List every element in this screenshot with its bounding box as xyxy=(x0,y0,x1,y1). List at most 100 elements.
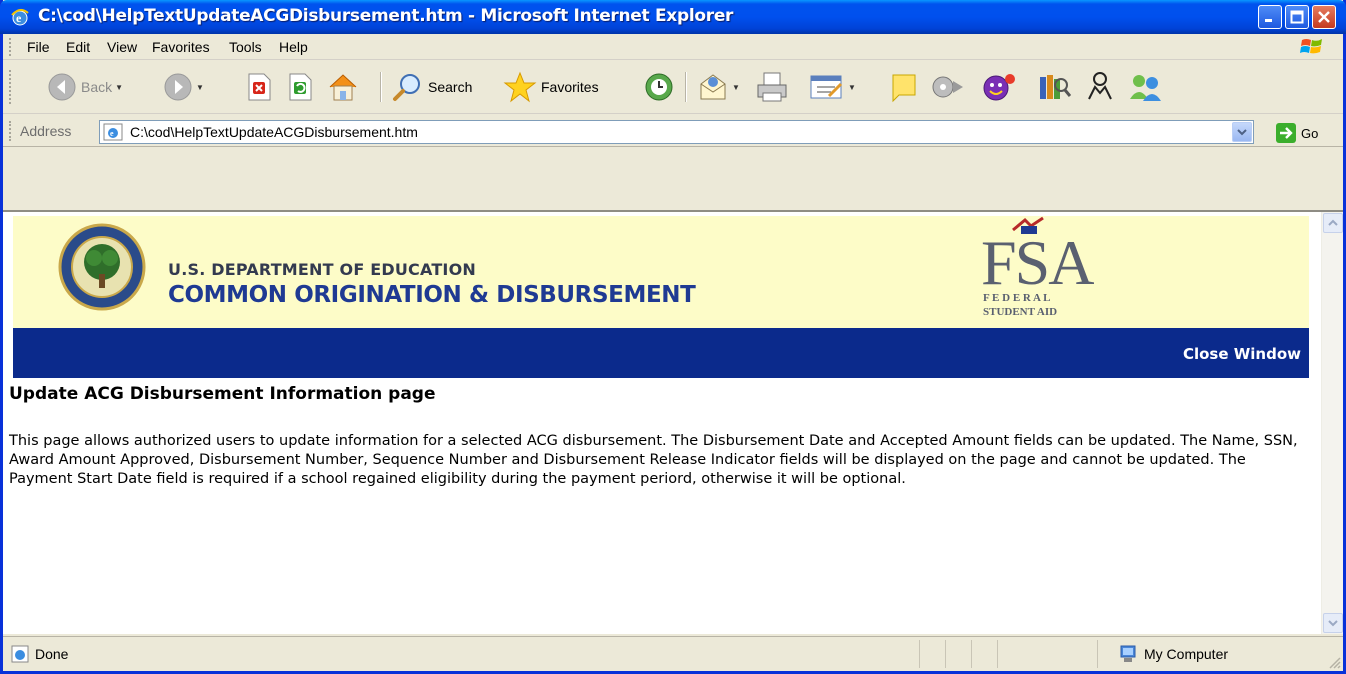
msn-people-icon xyxy=(1130,75,1161,101)
addressbar-grip[interactable] xyxy=(9,121,12,141)
messenger-icon xyxy=(983,74,1015,101)
help-text: This page allows authorized users to upd… xyxy=(9,433,1298,487)
search-button[interactable]: Search xyxy=(392,70,472,104)
status-pane xyxy=(945,640,946,668)
status-pane xyxy=(997,640,998,668)
discuss-button[interactable] xyxy=(889,70,921,104)
print-button[interactable] xyxy=(755,70,789,104)
close-button[interactable] xyxy=(1312,5,1336,29)
edit-dropdown-icon[interactable]: ▼ xyxy=(848,83,856,92)
toolbar-grip[interactable] xyxy=(9,70,12,104)
fsa-federal: F E D E R A L xyxy=(983,292,1051,304)
media-icon xyxy=(932,76,963,98)
security-zone[interactable]: My Computer xyxy=(1118,644,1228,664)
back-icon xyxy=(48,73,76,101)
status-bar: Done My Computer xyxy=(3,636,1343,671)
standard-toolbar: Back ▼ ▼ Search Favorites ▼ ▼ xyxy=(3,60,1343,114)
menubar-grip[interactable] xyxy=(9,38,12,56)
forward-icon xyxy=(164,73,192,101)
buddy-button[interactable] xyxy=(1085,70,1115,104)
maximize-icon xyxy=(1290,10,1304,24)
vertical-scrollbar[interactable] xyxy=(1321,212,1343,634)
address-dropdown-button[interactable] xyxy=(1232,122,1252,142)
address-value[interactable]: C:\cod\HelpTextUpdateACGDisbursement.htm xyxy=(130,124,418,140)
close-icon xyxy=(1318,11,1330,23)
page-title: Update ACG Disbursement Information page xyxy=(9,384,436,404)
menu-tools[interactable]: Tools xyxy=(229,39,262,55)
window-title: C:\cod\HelpTextUpdateACGDisbursement.htm… xyxy=(38,6,734,26)
mail-dropdown-icon[interactable]: ▼ xyxy=(732,83,740,92)
discuss-icon xyxy=(892,74,916,103)
back-dropdown-icon[interactable]: ▼ xyxy=(115,83,123,92)
back-label: Back xyxy=(81,79,113,95)
menu-file[interactable]: File xyxy=(27,39,50,55)
menu-view[interactable]: View xyxy=(107,39,137,55)
zone-label: My Computer xyxy=(1144,646,1229,662)
scroll-up-button[interactable] xyxy=(1323,213,1343,233)
media-button[interactable] xyxy=(931,70,965,104)
research-button[interactable] xyxy=(1037,70,1071,104)
fsa-letters: FSA xyxy=(981,227,1094,298)
edit-button[interactable]: ▼ xyxy=(809,70,856,104)
research-icon xyxy=(1040,75,1071,99)
refresh-button[interactable] xyxy=(287,70,313,104)
chevron-up-icon xyxy=(1328,219,1338,226)
stop-icon xyxy=(248,73,271,101)
search-icon xyxy=(393,74,420,101)
go-button[interactable]: Go xyxy=(1275,122,1318,144)
favorites-star-icon xyxy=(503,71,537,103)
forward-button[interactable]: ▼ xyxy=(163,70,204,104)
go-arrow-icon xyxy=(1276,123,1296,143)
chevron-down-icon xyxy=(1328,620,1338,627)
svg-text:e: e xyxy=(16,11,22,25)
home-icon xyxy=(329,74,357,101)
department-name: U.S. DEPARTMENT OF EDUCATION xyxy=(168,260,476,279)
menu-help[interactable]: Help xyxy=(279,39,308,55)
nav-bar: Close Window xyxy=(13,328,1309,378)
header-banner: U.S. DEPARTMENT OF EDUCATION COMMON ORIG… xyxy=(13,216,1309,328)
fsa-logo: FSA F E D E R A L STUDENT AID xyxy=(973,216,1094,324)
menu-edit[interactable]: Edit xyxy=(66,39,90,55)
buddy-icon xyxy=(1088,72,1112,100)
page-viewport: U.S. DEPARTMENT OF EDUCATION COMMON ORIG… xyxy=(3,210,1343,634)
home-button[interactable] xyxy=(327,70,359,104)
toolbar-separator xyxy=(380,72,382,102)
address-input[interactable]: e C:\cod\HelpTextUpdateACGDisbursement.h… xyxy=(99,120,1254,144)
forward-dropdown-icon[interactable]: ▼ xyxy=(196,83,204,92)
status-pane xyxy=(971,640,972,668)
refresh-icon xyxy=(289,73,312,101)
back-button[interactable]: Back ▼ xyxy=(47,70,123,104)
msn-people-button[interactable] xyxy=(1127,70,1165,104)
maximize-button[interactable] xyxy=(1285,5,1309,29)
print-icon xyxy=(757,72,787,102)
stop-button[interactable] xyxy=(246,70,272,104)
mail-button[interactable]: ▼ xyxy=(697,70,740,104)
favorites-button[interactable]: Favorites xyxy=(503,70,599,104)
status-pane xyxy=(1097,640,1098,668)
department-seal-logo xyxy=(58,223,146,311)
title-bar[interactable]: e C:\cod\HelpTextUpdateACGDisbursement.h… xyxy=(0,0,1346,34)
history-button[interactable] xyxy=(643,70,675,104)
resize-grip-icon[interactable] xyxy=(1327,655,1341,669)
toolbar-separator xyxy=(685,72,687,102)
system-name: COMMON ORIGINATION & DISBURSEMENT xyxy=(168,282,696,308)
status-pane xyxy=(919,640,920,668)
status-message: Done xyxy=(11,645,68,663)
messenger-button[interactable] xyxy=(981,70,1017,104)
svg-text:e: e xyxy=(110,129,114,138)
status-text: Done xyxy=(35,646,69,662)
mail-icon xyxy=(700,74,726,100)
menu-favorites[interactable]: Favorites xyxy=(152,39,210,55)
page-done-icon xyxy=(11,645,29,663)
menu-bar: File Edit View Favorites Tools Help xyxy=(3,34,1343,60)
fsa-student-aid: STUDENT AID xyxy=(983,306,1058,318)
page-ie-icon: e xyxy=(103,123,123,141)
computer-icon xyxy=(1120,645,1136,662)
scroll-down-button[interactable] xyxy=(1323,613,1343,633)
windows-flag-icon xyxy=(1300,39,1322,54)
minimize-button[interactable] xyxy=(1258,5,1282,29)
close-window-link[interactable]: Close Window xyxy=(1183,345,1301,363)
address-label: Address xyxy=(20,123,72,139)
address-bar: Address e C:\cod\HelpTextUpdateACGDisbur… xyxy=(3,115,1343,147)
edit-icon xyxy=(810,75,843,99)
